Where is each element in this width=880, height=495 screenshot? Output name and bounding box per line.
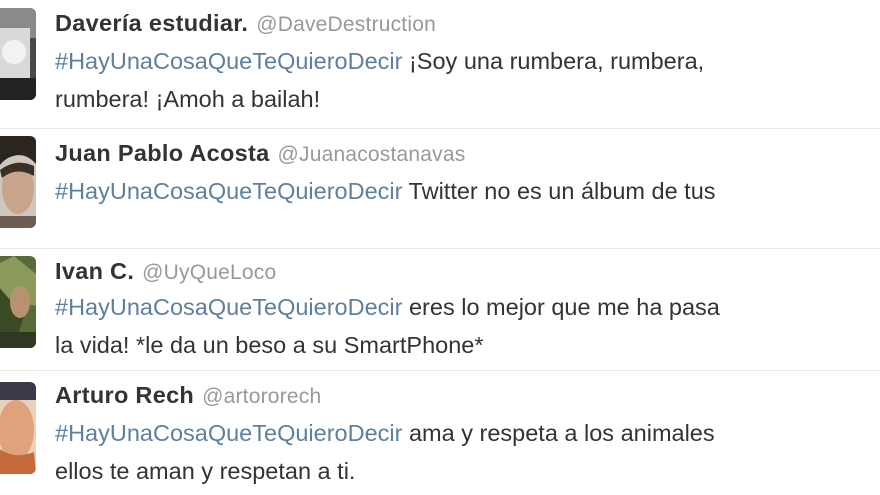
tweet-item[interactable]: Juan Pablo Acosta @Juanacostanavas #HayUn… [0, 130, 880, 252]
user-fullname[interactable]: Davería estudiar. [55, 10, 248, 36]
tweet-text-line: Twitter no es un álbum de tus [402, 178, 716, 204]
tweet-text-line: eres lo mejor que me ha pasa [402, 294, 720, 320]
avatar[interactable] [0, 136, 36, 228]
tweet-text-line: rumbera! ¡Amoh a bailah! [55, 86, 321, 112]
avatar[interactable] [0, 256, 36, 348]
tweet-text: #HayUnaCosaQueTeQuieroDecir ¡Soy una rum… [55, 42, 880, 118]
tweet-text-line: ama y respeta a los animales [402, 420, 715, 446]
tweet-timeline: Davería estudiar. @DaveDestruction #HayUn… [0, 0, 880, 495]
tweet-item[interactable]: Arturo Rech @artororech #HayUnaCosaQueTeQ… [0, 372, 880, 494]
user-fullname[interactable]: Ivan C. [55, 258, 134, 284]
avatar[interactable] [0, 382, 36, 474]
hashtag-link[interactable]: #HayUnaCosaQueTeQuieroDecir [55, 178, 402, 204]
user-fullname[interactable]: Juan Pablo Acosta [55, 140, 269, 166]
tweet-text: #HayUnaCosaQueTeQuieroDecir Twitter no e… [55, 172, 880, 210]
user-handle[interactable]: @artororech [202, 385, 321, 408]
user-handle[interactable]: @Juanacostanavas [277, 143, 465, 166]
divider [0, 128, 880, 129]
divider [0, 248, 880, 249]
tweet-text: #HayUnaCosaQueTeQuieroDecir eres lo mejo… [55, 288, 880, 364]
tweet-text-line: la vida! *le da un beso a su SmartPhone* [55, 332, 484, 358]
tweet-text-line: ¡Soy una rumbera, rumbera, [402, 48, 705, 74]
tweet-text: #HayUnaCosaQueTeQuieroDecir ama y respet… [55, 414, 880, 490]
user-handle[interactable]: @UyQueLoco [142, 261, 276, 284]
user-handle[interactable]: @DaveDestruction [256, 13, 436, 36]
tweet-text-line: ellos te aman y respetan a ti. [55, 458, 356, 484]
hashtag-link[interactable]: #HayUnaCosaQueTeQuieroDecir [55, 294, 402, 320]
user-fullname[interactable]: Arturo Rech [55, 382, 194, 408]
tweet-item[interactable]: Davería estudiar. @DaveDestruction #HayUn… [0, 0, 880, 122]
divider [0, 370, 880, 371]
avatar[interactable] [0, 8, 36, 100]
tweet-item[interactable]: Ivan C. @UyQueLoco #HayUnaCosaQueTeQuiero… [0, 250, 880, 372]
hashtag-link[interactable]: #HayUnaCosaQueTeQuieroDecir [55, 48, 402, 74]
hashtag-link[interactable]: #HayUnaCosaQueTeQuieroDecir [55, 420, 402, 446]
